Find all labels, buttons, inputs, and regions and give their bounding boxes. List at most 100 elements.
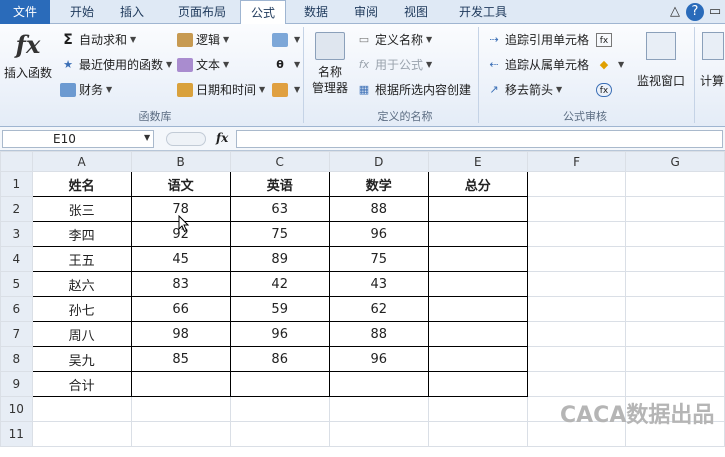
cell[interactable]: 75 (328, 246, 429, 272)
row-header[interactable]: 7 (0, 321, 33, 347)
cell[interactable] (328, 396, 429, 422)
column-header[interactable]: C (229, 151, 330, 172)
cell[interactable] (229, 421, 330, 447)
show-formulas-button[interactable]: fx (596, 31, 615, 49)
cell[interactable] (625, 346, 725, 372)
use-in-formula-button[interactable]: fx 用于公式 ▼ (356, 56, 432, 74)
cell[interactable]: 45 (130, 246, 231, 272)
cell[interactable] (427, 371, 528, 397)
name-box[interactable]: E10 (2, 130, 154, 148)
cell[interactable]: 75 (229, 221, 330, 247)
watch-window-button[interactable]: 监视窗口 (632, 30, 690, 89)
cell[interactable]: 96 (328, 221, 429, 247)
formula-bar-splitter[interactable] (166, 132, 206, 146)
cell[interactable]: 59 (229, 296, 330, 322)
column-header[interactable]: A (31, 151, 132, 172)
cell[interactable] (625, 371, 725, 397)
cell[interactable] (427, 271, 528, 297)
cell[interactable]: 孙七 (31, 296, 132, 322)
cell[interactable] (229, 396, 330, 422)
cell[interactable] (427, 346, 528, 372)
row-header[interactable]: 9 (0, 371, 33, 397)
cell[interactable]: 周八 (31, 321, 132, 347)
column-header[interactable]: E (427, 151, 528, 172)
cell[interactable] (427, 246, 528, 272)
define-name-button[interactable]: ▭ 定义名称 ▼ (356, 31, 432, 49)
row-header[interactable]: 10 (0, 396, 33, 422)
create-from-selection-button[interactable]: ▦ 根据所选内容创建 (356, 81, 471, 99)
help-icon[interactable]: ? (686, 3, 704, 21)
column-header[interactable]: G (625, 151, 725, 172)
cell[interactable]: 语文 (130, 171, 231, 197)
row-header[interactable]: 2 (0, 196, 33, 222)
insert-function-icon[interactable]: fx (216, 131, 228, 145)
column-header[interactable]: D (328, 151, 429, 172)
cell[interactable]: 88 (328, 196, 429, 222)
cell[interactable]: 数学 (328, 171, 429, 197)
financial-button[interactable]: 财务 ▼ (60, 81, 112, 99)
cell[interactable] (130, 396, 231, 422)
cell[interactable] (625, 196, 725, 222)
cell[interactable] (427, 321, 528, 347)
cell[interactable]: 96 (229, 321, 330, 347)
cell[interactable]: 88 (328, 321, 429, 347)
logical-button[interactable]: 逻辑 ▼ (177, 31, 229, 49)
cell[interactable]: 43 (328, 271, 429, 297)
cell[interactable] (427, 221, 528, 247)
cell[interactable] (427, 296, 528, 322)
remove-arrows-button[interactable]: ↗ 移去箭头 ▼ (486, 81, 562, 99)
tab-developer[interactable]: 开发工具 (450, 0, 516, 24)
cell[interactable] (31, 421, 132, 447)
error-checking-button[interactable]: ◆ ▼ (596, 56, 624, 74)
cell[interactable]: 英语 (229, 171, 330, 197)
cell[interactable]: 总分 (427, 171, 528, 197)
cell[interactable] (31, 396, 132, 422)
autosum-button[interactable]: Σ 自动求和 ▼ (60, 31, 136, 49)
cell[interactable] (526, 171, 627, 197)
cell[interactable] (229, 371, 330, 397)
cell[interactable] (526, 246, 627, 272)
cell[interactable] (526, 371, 627, 397)
cell[interactable] (328, 421, 429, 447)
restore-icon[interactable]: ▭ (706, 3, 724, 21)
cell[interactable] (526, 321, 627, 347)
tab-home[interactable]: 开始 (60, 0, 104, 24)
cell[interactable] (130, 371, 231, 397)
cell[interactable]: 86 (229, 346, 330, 372)
cell[interactable]: 83 (130, 271, 231, 297)
cell[interactable] (526, 346, 627, 372)
minimize-ribbon-icon[interactable]: △ (666, 3, 684, 21)
lookup-reference-button[interactable]: ▼ (272, 31, 300, 49)
cell[interactable]: 96 (328, 346, 429, 372)
cell[interactable]: 赵六 (31, 271, 132, 297)
cell[interactable]: 85 (130, 346, 231, 372)
insert-function-button[interactable]: fx 插入函数 (2, 30, 54, 81)
row-header[interactable]: 3 (0, 221, 33, 247)
cell[interactable]: 66 (130, 296, 231, 322)
cell[interactable] (625, 271, 725, 297)
cell[interactable] (526, 296, 627, 322)
cell[interactable] (625, 221, 725, 247)
cell[interactable] (625, 296, 725, 322)
name-box-dropdown-icon[interactable]: ▼ (144, 133, 150, 142)
cell[interactable] (625, 321, 725, 347)
evaluate-formula-button[interactable]: fx (596, 81, 615, 99)
cell[interactable]: 姓名 (31, 171, 132, 197)
cell[interactable]: 李四 (31, 221, 132, 247)
cell[interactable] (526, 271, 627, 297)
select-all-corner[interactable] (0, 151, 33, 172)
tab-data[interactable]: 数据 (294, 0, 338, 24)
cell[interactable] (427, 396, 528, 422)
tab-file[interactable]: 文件 (0, 0, 50, 24)
tab-formulas[interactable]: 公式 (240, 0, 286, 25)
cell[interactable]: 王五 (31, 246, 132, 272)
cell[interactable] (328, 371, 429, 397)
tab-view[interactable]: 视图 (394, 0, 438, 24)
trace-dependents-button[interactable]: ⇠ 追踪从属单元格 (486, 56, 589, 74)
tab-insert[interactable]: 插入 (110, 0, 154, 24)
column-header[interactable]: F (526, 151, 627, 172)
row-header[interactable]: 6 (0, 296, 33, 322)
cell[interactable] (526, 221, 627, 247)
cell[interactable]: 42 (229, 271, 330, 297)
datetime-button[interactable]: 日期和时间 ▼ (177, 81, 265, 99)
